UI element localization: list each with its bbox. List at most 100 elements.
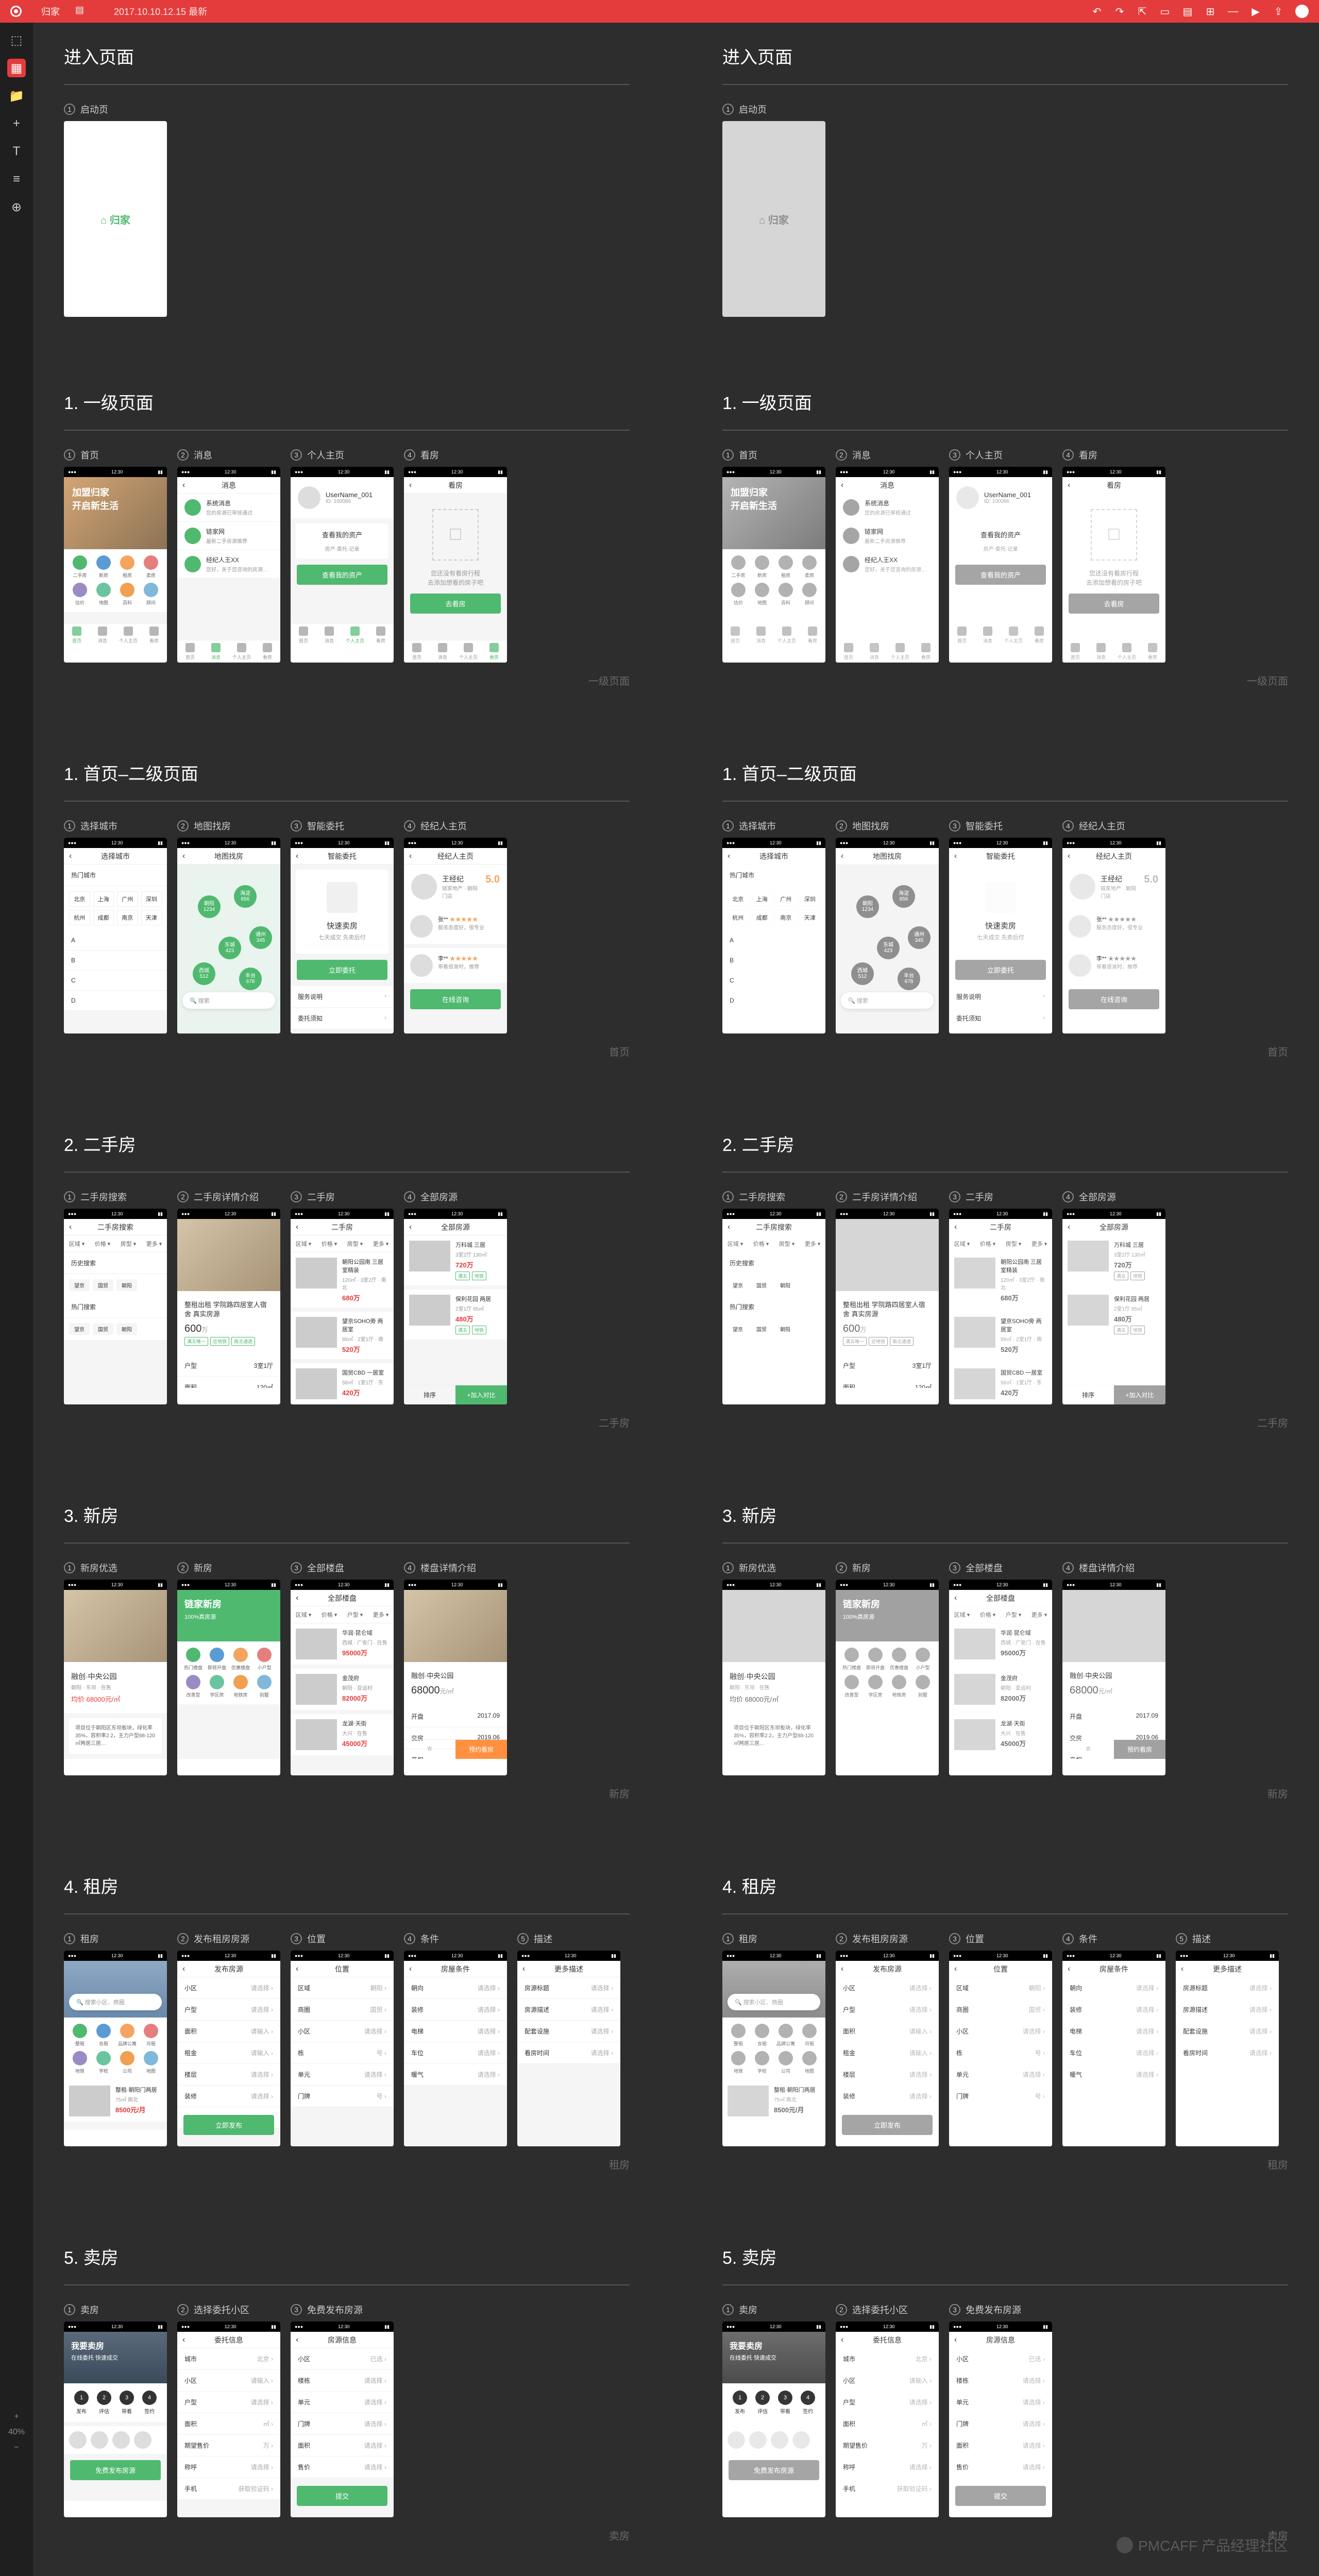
category-item[interactable]: 优惠楼盘 [231,1648,250,1671]
search-input[interactable]: 🔍 搜索小区、商圈 [69,1994,162,2010]
form-row[interactable]: 朝向请选择 › [404,1977,507,1999]
form-row[interactable]: 手机获取验证码 › [836,2478,939,2500]
grid-item[interactable]: 二手房 [729,555,748,579]
phone-screen[interactable]: ●●●12:30▮▮链家新房100%真房源热门楼盘即将开盘优惠楼盘小户型改善型学… [836,1580,939,1775]
form-row[interactable]: 商圈国贸 › [291,1999,394,2021]
tab-1[interactable]: 消息 [203,640,229,663]
back-icon[interactable]: ‹ [296,1594,298,1603]
back-icon[interactable]: ‹ [1068,481,1070,490]
tab-1[interactable]: 消息 [975,624,1001,646]
city-item[interactable]: 广州 [117,891,138,907]
back-icon[interactable]: ‹ [409,1964,412,1974]
msg-item[interactable]: 系统消息您的房源已审核通过 [836,494,939,522]
phone-screen[interactable]: ●●●12:30▮▮加盟归家开启新生活二手房新房租房卖房估价地图百科顾问首页消息… [722,467,825,663]
fav-button[interactable]: ☆ [1062,1740,1114,1759]
phone-screen[interactable]: ●●●12:30▮▮‹地图找房朝阳1234海淀856东城423西城512丰台67… [177,838,280,1033]
tab-2[interactable]: 个人主页 [887,640,913,663]
rent-category[interactable]: 整租 [70,2024,90,2047]
search-tag[interactable]: 国贸 [751,1323,772,1335]
tool-list-icon[interactable]: ≡ [7,170,26,189]
grid-item[interactable]: 租房 [117,555,137,579]
primary-button[interactable]: 立即委托 [955,960,1046,980]
city-item[interactable]: 杭州 [69,910,90,925]
grid-item[interactable]: 二手房 [70,555,90,579]
panel-icon[interactable]: ▤ [1182,6,1193,17]
back-icon[interactable]: ‹ [409,481,412,490]
phone-screen[interactable]: ●●●12:30▮▮‹全部楼盘区域 ▾价格 ▾户型 ▾更多 ▾华润·昆仑域西城 … [291,1580,394,1775]
form-row[interactable]: 装修请选择 › [404,1999,507,2021]
tab-0[interactable]: 首页 [836,640,861,663]
filter-item[interactable]: 更多 ▾ [1026,1235,1052,1252]
property-card[interactable]: 朝阳公园南 三居室精装120㎡ · 3室2厅 · 南北680万 [949,1252,1052,1308]
city-item[interactable]: 南京 [775,910,797,925]
form-row[interactable]: 小区请输入 › [177,2370,280,2392]
map-search[interactable]: 🔍 搜索 [841,992,934,1009]
city-item[interactable]: 北京 [69,891,90,907]
city-item[interactable]: 上海 [93,891,114,907]
grid-item[interactable]: 百科 [776,583,796,606]
redo-icon[interactable]: ↷ [1114,6,1125,17]
category-item[interactable]: 即将开盘 [207,1648,227,1671]
phone-screen[interactable]: ●●●12:30▮▮‹更多描述房源标题请选择 ›房源描述请选择 ›配套设施请选择… [1176,1951,1279,2146]
form-row[interactable]: 城市北京 › [177,2348,280,2370]
form-row[interactable]: 门牌号 › [949,2086,1052,2107]
tab-3[interactable]: 看房 [481,640,507,663]
form-row[interactable]: 期望售价万 › [836,2435,939,2456]
rent-category[interactable]: 合租 [752,2024,772,2047]
rent-category[interactable]: 地铁 [729,2051,748,2074]
form-row[interactable]: 租金请输入 › [836,2042,939,2064]
tab-3[interactable]: 看房 [800,624,825,646]
fav-button[interactable]: ☆ [404,1740,455,1759]
rent-category[interactable]: 品牌公寓 [117,2024,137,2047]
grid-item[interactable]: 顾问 [800,583,819,606]
back-icon[interactable]: ‹ [182,1964,185,1974]
filter-item[interactable]: 价格 ▾ [316,1606,342,1623]
property-card[interactable]: 国贸CBD 一居室58㎡ · 1室1厅 · 东420万 [949,1363,1052,1404]
search-tag[interactable]: 朝阳 [775,1279,796,1291]
rent-category[interactable]: 公司 [117,2051,137,2074]
rent-category[interactable]: 月租 [141,2024,161,2047]
filter-item[interactable]: 房型 ▾ [1001,1235,1026,1252]
back-icon[interactable]: ‹ [1068,852,1070,861]
tab-1[interactable]: 消息 [748,624,774,646]
tab-0[interactable]: 首页 [177,640,203,663]
map-bubble[interactable]: 朝阳1234 [856,895,879,918]
property-card[interactable]: 国贸CBD 一居室58㎡ · 1室1厅 · 东420万 [291,1363,394,1404]
filter-item[interactable]: 价格 ▾ [975,1606,1001,1623]
phone-screen[interactable]: ●●●12:30▮▮UserName_001ID: 100086查看我的资产房产… [949,467,1052,663]
submit-button[interactable]: 提交 [955,2486,1046,2506]
phone-screen[interactable]: ●●●12:30▮▮‹房源信息小区已选 ›楼栋请选择 ›单元请选择 ›门牌请选择… [291,2321,394,2517]
phone-screen[interactable]: ●●●12:30▮▮融创·中央公园朝阳 · 东坝 · 在售均价 68000元/㎡… [64,1580,167,1775]
phone-screen[interactable]: ●●●12:30▮▮‹房屋条件朝向请选择 ›装修请选择 ›电梯请选择 ›车位请选… [404,1951,507,2146]
filter-item[interactable]: 区域 ▾ [949,1235,975,1252]
tab-2[interactable]: 个人主页 [115,624,141,646]
property-card[interactable]: 华润·昆仑域西城 · 广安门 · 在售95000万 [949,1623,1052,1665]
grid-item[interactable]: 地图 [94,583,113,606]
city-item[interactable]: 杭州 [728,910,749,925]
tab-1[interactable]: 消息 [1088,640,1114,663]
form-row[interactable]: 装修请选择 › [1062,1999,1165,2021]
phone-screen[interactable]: ●●●12:30▮▮‹消息系统消息您的房源已审核通过链家网最新二手房源推荐经纪人… [836,467,939,663]
hero-banner[interactable]: 加盟归家开启新生活 [722,477,825,549]
form-row[interactable]: 面积请输入 › [836,2021,939,2042]
tool-folder-icon[interactable]: 📁 [7,87,26,105]
filter-item[interactable]: 房型 ▾ [774,1235,800,1252]
phone-screen[interactable]: ●●●12:30▮▮‹经纪人主页王经纪链家地产 · 朝阳门店5.0张** ★★★… [1062,838,1165,1033]
form-row[interactable]: 户型请选择 › [836,2392,939,2413]
property-card[interactable]: 朝阳公园南 三居室精装120㎡ · 3室2厅 · 南北680万 [291,1252,394,1308]
tab-3[interactable]: 看房 [1140,640,1165,663]
property-card[interactable]: 望京SOHO旁 两居室89㎡ · 2室1厅 · 南520万 [949,1312,1052,1359]
city-item[interactable]: 深圳 [800,891,821,907]
phone-screen[interactable]: ●●●12:30▮▮‹发布房源小区请选择 ›户型请选择 ›面积请输入 ›租金请输… [177,1951,280,2146]
tab-2[interactable]: 个人主页 [455,640,481,663]
category-item[interactable]: 别墅 [255,1675,274,1698]
msg-item[interactable]: 链家网最新二手房源推荐 [177,522,280,550]
grid-item[interactable]: 卖房 [800,555,819,579]
tab-2[interactable]: 个人主页 [774,624,800,646]
form-row[interactable]: 房源标题请选择 › [1176,1977,1279,1999]
back-icon[interactable]: ‹ [1181,1964,1183,1974]
search-tag[interactable]: 望京 [69,1279,90,1291]
phone-screen[interactable]: ●●●12:30▮▮整租出租 学院路四居室人宿舍 真实房源600万满五唯一近地铁… [836,1209,939,1404]
form-row[interactable]: 单元请选择 › [291,2392,394,2413]
filter-item[interactable]: 户型 ▾ [1001,1606,1026,1623]
